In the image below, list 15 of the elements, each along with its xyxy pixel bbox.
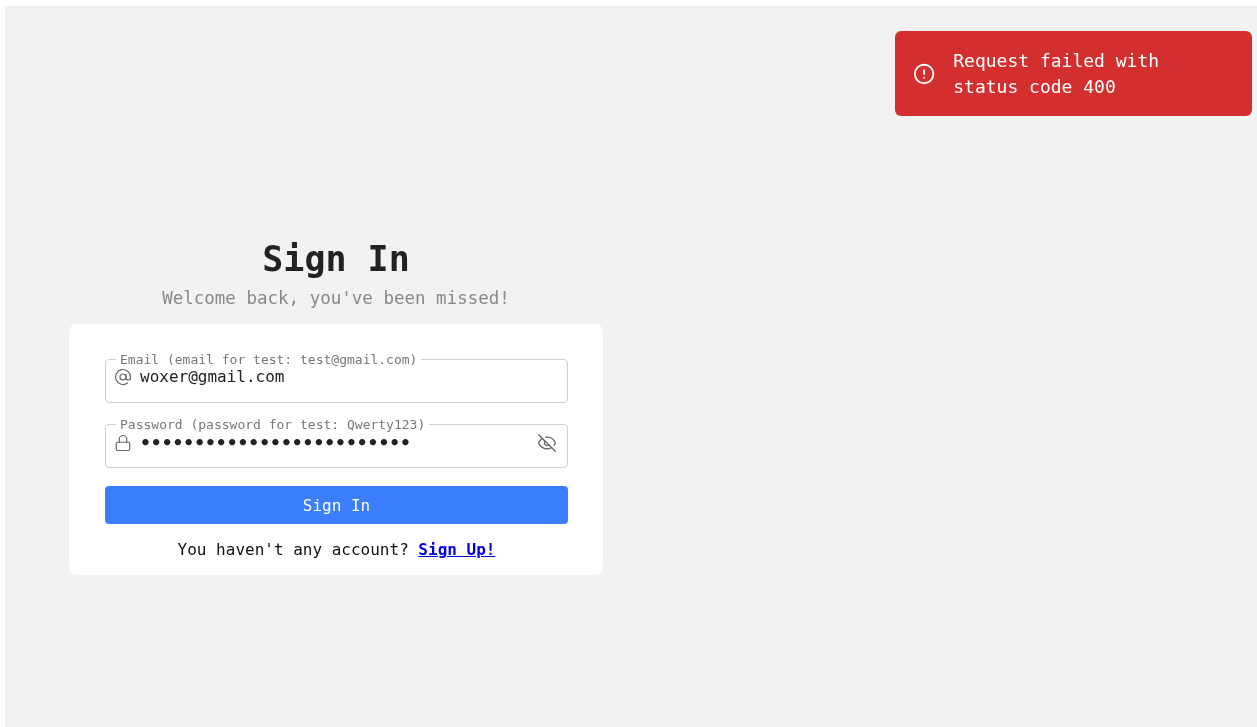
password-field[interactable]: Password (password for test: Qwerty123) ••••••••••••••••••••••••• [105,417,568,468]
sign-up-link[interactable]: Sign Up! [418,540,496,559]
toast-message: Request failed with status code 400 [953,49,1161,99]
field-label: Email (email for test: test@gmail.com) [120,352,418,367]
email-input[interactable]: woxer@gmail.com [140,367,557,386]
sign-in-button[interactable]: Sign In [105,486,568,524]
eye-off-icon[interactable] [537,432,557,453]
password-input[interactable]: ••••••••••••••••••••••••• [140,432,529,453]
email-field[interactable]: Email (email for test: test@gmail.com) woxer@gmail.com [105,352,568,403]
lock-icon [114,433,132,452]
field-label: Password (password for test: Qwerty123) [120,417,426,432]
page-subtitle: Welcome back, you've been missed! [162,288,510,308]
at-sign-icon [114,367,132,386]
footer-text: You haven't any account? [177,540,409,559]
page-title: Sign In [262,238,410,280]
